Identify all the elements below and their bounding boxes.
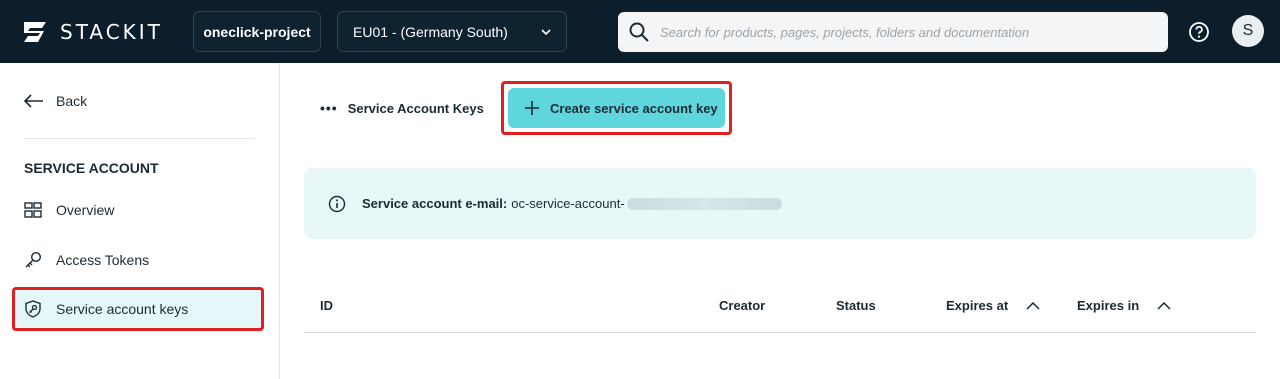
column-header-label: Status xyxy=(836,298,876,313)
sidebar-item-access-tokens[interactable]: Access Tokens xyxy=(14,240,262,280)
sidebar: Back SERVICE ACCOUNT Overview Access Tok… xyxy=(0,63,280,379)
stackit-logo[interactable]: STACKIT xyxy=(20,19,163,45)
service-account-email-label: Service account e-mail: xyxy=(362,196,508,211)
sidebar-section-title: SERVICE ACCOUNT xyxy=(24,160,159,176)
column-header-label: Creator xyxy=(719,298,766,313)
column-header-label: Expires in xyxy=(1077,298,1140,313)
service-account-info-box: Service account e-mail: oc-service-accou… xyxy=(304,168,1256,239)
sidebar-item-label: Access Tokens xyxy=(56,252,150,268)
chevron-down-icon xyxy=(541,29,551,36)
stackit-logo-icon xyxy=(24,22,46,42)
table-header: ID Creator Status Expires at Expires in xyxy=(304,285,1256,333)
project-selector-button[interactable]: oneclick-project xyxy=(193,11,321,52)
search-input[interactable] xyxy=(660,24,1140,40)
breadcrumb-current: Service Account Keys xyxy=(347,100,484,116)
back-label: Back xyxy=(56,93,88,109)
redacted-email-blur xyxy=(626,197,782,210)
key-icon xyxy=(25,251,42,268)
search-icon xyxy=(629,22,649,42)
top-bar: STACKIT oneclick-project EU01 - (Germany… xyxy=(0,0,1280,63)
grid-icon xyxy=(24,202,42,218)
sort-chevron-up-icon[interactable] xyxy=(1157,301,1171,311)
service-account-email-value: oc-service-account- xyxy=(511,196,625,211)
back-link[interactable]: Back xyxy=(24,91,87,111)
plus-icon xyxy=(525,101,539,115)
logo-text: STACKIT xyxy=(60,20,163,44)
column-header-status[interactable]: Status xyxy=(836,298,876,313)
info-icon xyxy=(328,195,346,212)
create-button-label: Create service account key xyxy=(550,100,718,116)
sidebar-divider xyxy=(24,138,255,139)
highlight-outline xyxy=(12,287,264,331)
search-bar[interactable] xyxy=(618,12,1168,52)
region-select[interactable]: EU01 - (Germany South) xyxy=(337,11,567,52)
more-dots-icon[interactable]: ••• xyxy=(320,100,338,116)
create-service-account-key-button[interactable]: Create service account key xyxy=(508,88,725,128)
sidebar-item-overview[interactable]: Overview xyxy=(14,190,262,230)
user-avatar[interactable]: S xyxy=(1232,15,1264,47)
column-header-expires-in[interactable]: Expires in xyxy=(1077,298,1171,313)
region-select-value: EU01 - (Germany South) xyxy=(353,23,508,40)
breadcrumb: ••• Service Account Keys xyxy=(320,100,484,116)
column-header-label: Expires at xyxy=(946,298,1009,313)
help-icon[interactable] xyxy=(1188,21,1210,43)
column-header-id[interactable]: ID xyxy=(320,298,333,313)
column-header-expires-at[interactable]: Expires at xyxy=(946,298,1040,313)
sidebar-item-label: Overview xyxy=(56,202,115,218)
arrow-left-icon xyxy=(24,94,43,108)
sort-chevron-up-icon[interactable] xyxy=(1026,301,1040,311)
column-header-label: ID xyxy=(320,298,333,313)
column-header-creator[interactable]: Creator xyxy=(719,298,765,313)
